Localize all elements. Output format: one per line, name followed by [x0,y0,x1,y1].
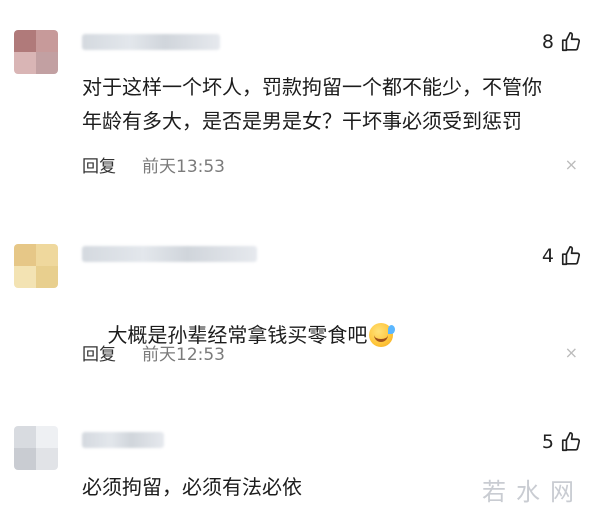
watermark: 若水网 [482,478,584,506]
thumbs-up-icon [560,431,582,453]
comment-item: 5 必须拘留，必须有法必依 [0,0,600,513]
like-button[interactable]: 5 [542,431,582,453]
like-count: 5 [541,431,554,453]
avatar[interactable] [14,426,58,470]
username[interactable] [82,432,164,448]
